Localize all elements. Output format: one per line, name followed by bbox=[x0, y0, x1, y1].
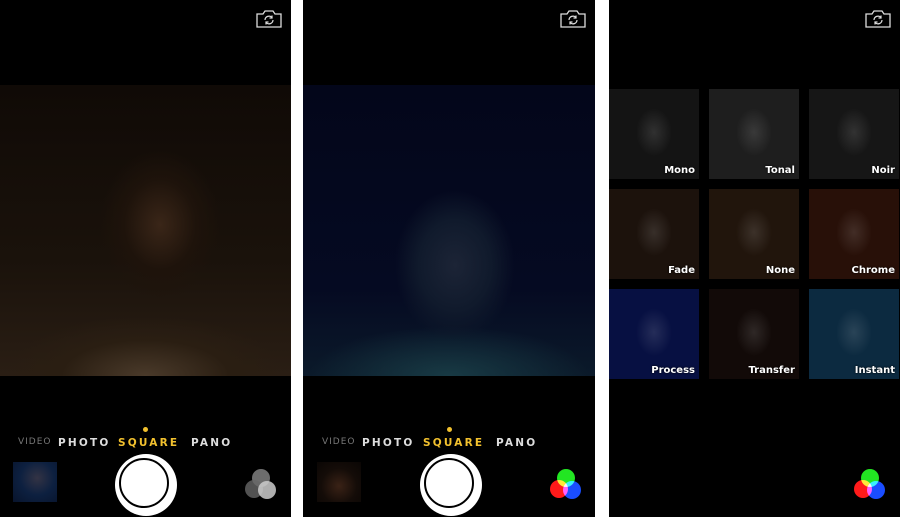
camera-flip-icon[interactable] bbox=[864, 9, 892, 29]
camera-flip-icon[interactable] bbox=[255, 9, 283, 29]
filter-label: Noir bbox=[871, 165, 895, 176]
filter-label: Mono bbox=[664, 165, 695, 176]
filters-icon[interactable] bbox=[548, 467, 584, 501]
filter-label: Instant bbox=[854, 365, 895, 376]
camera-flip-icon[interactable] bbox=[559, 9, 587, 29]
shutter-button[interactable] bbox=[115, 454, 177, 516]
filter-option-fade[interactable]: Fade bbox=[609, 189, 699, 279]
last-photo-thumbnail[interactable] bbox=[13, 462, 57, 502]
mode-pano[interactable]: PANO bbox=[191, 437, 232, 449]
mode-photo[interactable]: PHOTO bbox=[58, 437, 111, 449]
shutter-button[interactable] bbox=[420, 454, 482, 516]
filter-option-process[interactable]: Process bbox=[609, 289, 699, 379]
filter-picker-screen: Mono Tonal Noir Fade None Chrome Process Transf… bbox=[609, 0, 900, 517]
camera-screen-filter: VIDEO PHOTO SQUARE PANO bbox=[303, 0, 595, 517]
filter-label: Process bbox=[651, 365, 695, 376]
mode-selector[interactable]: VIDEO PHOTO SQUARE PANO bbox=[0, 437, 291, 451]
viewfinder[interactable] bbox=[303, 85, 595, 376]
selected-mode-indicator bbox=[143, 427, 148, 432]
selected-mode-indicator bbox=[447, 427, 452, 432]
mode-video[interactable]: VIDEO bbox=[18, 437, 52, 447]
filter-label: Chrome bbox=[851, 265, 895, 276]
filter-label: Transfer bbox=[748, 365, 795, 376]
mode-selector[interactable]: VIDEO PHOTO SQUARE PANO bbox=[303, 437, 595, 451]
filter-option-mono[interactable]: Mono bbox=[609, 89, 699, 179]
filter-label: None bbox=[765, 265, 795, 276]
mode-square[interactable]: SQUARE bbox=[423, 437, 484, 449]
last-photo-thumbnail[interactable] bbox=[317, 462, 361, 502]
viewfinder[interactable] bbox=[0, 85, 291, 376]
filter-option-transfer[interactable]: Transfer bbox=[709, 289, 799, 379]
filter-option-chrome[interactable]: Chrome bbox=[809, 189, 899, 279]
mode-pano[interactable]: PANO bbox=[496, 437, 537, 449]
filter-option-tonal[interactable]: Tonal bbox=[709, 89, 799, 179]
mode-square[interactable]: SQUARE bbox=[118, 437, 179, 449]
filters-icon[interactable] bbox=[243, 467, 279, 501]
filter-option-instant[interactable]: Instant bbox=[809, 289, 899, 379]
filter-option-noir[interactable]: Noir bbox=[809, 89, 899, 179]
filters-icon[interactable] bbox=[852, 467, 888, 501]
mode-video[interactable]: VIDEO bbox=[322, 437, 356, 447]
filter-label: Tonal bbox=[765, 165, 795, 176]
mode-photo[interactable]: PHOTO bbox=[362, 437, 415, 449]
filter-label: Fade bbox=[668, 265, 695, 276]
filter-option-none[interactable]: None bbox=[709, 189, 799, 279]
camera-screen-normal: VIDEO PHOTO SQUARE PANO bbox=[0, 0, 291, 517]
